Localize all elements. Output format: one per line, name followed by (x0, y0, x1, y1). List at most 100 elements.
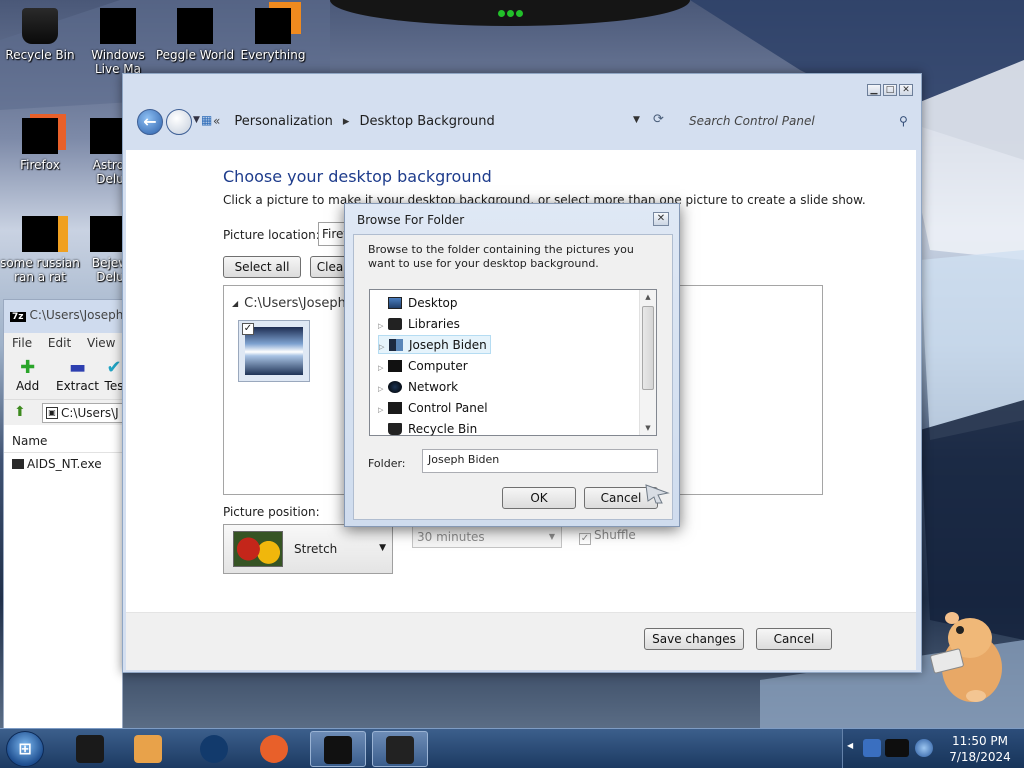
menu-file[interactable]: File (12, 336, 32, 350)
scrollbar-thumb[interactable] (642, 306, 654, 390)
taskbar-button-firefox[interactable] (246, 731, 302, 767)
navigation-bar: ← ▼ ▦ « Personalization ▸ Desktop Backgroun… (135, 107, 915, 135)
tray-monitor-icon[interactable] (885, 739, 909, 757)
expand-icon[interactable]: ▷ (378, 380, 388, 399)
tree-item-network[interactable]: ▷ Network (378, 378, 458, 397)
folder-label: Folder: (368, 457, 406, 470)
tree-item-label: Libraries (408, 317, 460, 331)
test-button[interactable]: ✔ Tes (104, 357, 124, 393)
expand-icon[interactable]: ▷ (378, 401, 388, 420)
scroll-down-icon[interactable]: ▼ (640, 421, 656, 435)
clock[interactable]: 11:50 PM 7/18/2024 (943, 733, 1017, 765)
media-player-icon (134, 735, 162, 763)
network-tray-icon[interactable] (915, 739, 933, 757)
close-button[interactable]: ✕ (899, 84, 913, 96)
extract-label: Extract (56, 379, 99, 393)
picture-location-label: Picture location: (223, 228, 320, 242)
taskbar-button-7zip[interactable] (310, 731, 366, 767)
extract-button[interactable]: ▬ Extract (56, 357, 99, 393)
picture-thumbnail[interactable]: ✓ (238, 320, 310, 382)
folder-icon: ▣ (46, 407, 58, 419)
desktop-icon-everything[interactable]: Everything (233, 8, 313, 62)
7zip-path: C:\Users\J (61, 406, 119, 420)
browse-for-folder-dialog[interactable]: Browse For Folder ✕ Browse to the folder… (344, 203, 680, 527)
tree-item-label: Desktop (408, 296, 458, 310)
desktop-icon-label: some russian ran a rat (0, 256, 80, 284)
7zip-logo-icon: 7z (10, 312, 26, 322)
picture-position-select[interactable]: Stretch ▼ (223, 524, 393, 574)
desktop-icon-label: Windows Live Ma (91, 48, 145, 76)
dialog-content: Browse to the folder containing the pict… (353, 234, 673, 520)
tree-item-label: Control Panel (408, 401, 488, 415)
7zip-toolbar: ✚ Add ▬ Extract ✔ Tes (4, 353, 124, 399)
7zip-path-field[interactable]: ▣ C:\Users\J (42, 403, 132, 423)
tree-item-control-panel[interactable]: ▷ Control Panel (378, 399, 488, 418)
desktop-icon-peggle[interactable]: Peggle World (155, 8, 235, 62)
column-header-name[interactable]: Name (4, 429, 122, 453)
close-button[interactable]: ✕ (653, 212, 669, 226)
window-controls: ▁ □ ✕ (867, 84, 913, 96)
address-dropdown[interactable]: ▼ (633, 115, 640, 125)
breadcrumb-personalization[interactable]: Personalization (234, 114, 333, 129)
desktop-icon-windows-live-mail[interactable]: Windows Live Ma (78, 8, 158, 76)
folder-field[interactable]: Joseph Biden (422, 449, 658, 473)
desktop-icon-recycle-bin[interactable]: Recycle Bin (0, 8, 80, 62)
taskbar-button-media-player[interactable] (120, 731, 176, 767)
7zip-address-bar: ⬆ ▣ C:\Users\J (4, 399, 132, 425)
gallery-group-header[interactable]: ◢ C:\Users\Joseph (232, 296, 346, 311)
desktop-icon-some-russian-ran-a-rat[interactable]: some russian ran a rat (0, 216, 80, 284)
desktop-icon (388, 297, 402, 309)
scroll-up-icon[interactable]: ▲ (640, 290, 656, 304)
position-preview-image (233, 531, 283, 567)
folder-tree[interactable]: Desktop ▷ Libraries ▷ Joseph Biden ▷ Comput… (369, 289, 657, 436)
tree-item-computer[interactable]: ▷ Computer (378, 357, 468, 376)
back-button[interactable]: ← (137, 109, 163, 135)
thumbnail-checkbox[interactable]: ✓ (242, 323, 254, 335)
ok-button[interactable]: OK (502, 487, 576, 509)
search-input[interactable]: Search Control Panel (681, 109, 915, 133)
cancel-button[interactable]: Cancel (756, 628, 832, 650)
7zip-icon (324, 736, 352, 764)
taskbar-button-control-panel[interactable] (372, 731, 428, 767)
taskbar-button-explorer[interactable] (62, 731, 118, 767)
save-changes-button[interactable]: Save changes (644, 628, 744, 650)
show-hidden-icons-icon[interactable]: ◀ (847, 741, 853, 750)
hamster-gadget-icon[interactable] (930, 606, 1010, 706)
minimize-button[interactable]: ▁ (867, 84, 881, 96)
taskbar-button-media-center[interactable] (186, 731, 242, 767)
dialog-title: Browse For Folder (357, 213, 465, 227)
add-button[interactable]: ✚ Add (16, 357, 39, 393)
7zip-title-bar[interactable]: 7z C:\Users\Joseph (4, 300, 122, 333)
file-row[interactable]: AIDS_NT.exe (4, 453, 122, 475)
tree-item-libraries[interactable]: ▷ Libraries (378, 315, 460, 334)
menu-edit[interactable]: Edit (48, 336, 71, 350)
breadcrumb-desktop-background[interactable]: Desktop Background (359, 114, 494, 129)
tree-scrollbar[interactable]: ▲ ▼ (639, 290, 656, 435)
tray-app-icon[interactable] (863, 739, 881, 757)
tree-item-recycle-bin[interactable]: Recycle Bin (378, 420, 477, 439)
maximize-button[interactable]: □ (883, 84, 897, 96)
picture-position-value: Stretch (294, 542, 338, 556)
network-icon (388, 381, 402, 393)
search-icon[interactable]: ⚲ (899, 114, 908, 128)
clock-date: 7/18/2024 (949, 750, 1011, 764)
7zip-window[interactable]: 7z C:\Users\Joseph File Edit View ✚ Add ▬… (3, 299, 132, 729)
menu-view[interactable]: View (87, 336, 115, 350)
shuffle-checkbox[interactable]: ✓ Shuffle (579, 528, 636, 545)
breadcrumb-overflow[interactable]: « (213, 114, 220, 128)
expand-icon[interactable]: ▷ (379, 338, 389, 357)
expand-icon[interactable]: ▷ (378, 359, 388, 378)
refresh-icon[interactable]: ⟳ (653, 112, 664, 127)
expand-icon[interactable]: ▷ (378, 317, 388, 336)
desktop-icon-firefox[interactable]: Firefox (0, 118, 80, 172)
up-folder-icon[interactable]: ⬆ (14, 404, 26, 420)
interval-select[interactable]: 30 minutes ▼ (412, 526, 562, 548)
desktop-icon-astropop[interactable]: Astrol Delu (78, 118, 124, 186)
tree-item-joseph-biden[interactable]: ▷ Joseph Biden (378, 335, 491, 354)
forward-button[interactable] (166, 109, 192, 135)
desktop-icon-bejeweled[interactable]: Bejew Delu (78, 216, 124, 284)
recent-pages-dropdown[interactable]: ▼ (193, 115, 200, 125)
tree-item-desktop[interactable]: Desktop (378, 294, 458, 313)
select-all-button[interactable]: Select all (223, 256, 301, 278)
start-button[interactable]: ⊞ (6, 731, 44, 767)
